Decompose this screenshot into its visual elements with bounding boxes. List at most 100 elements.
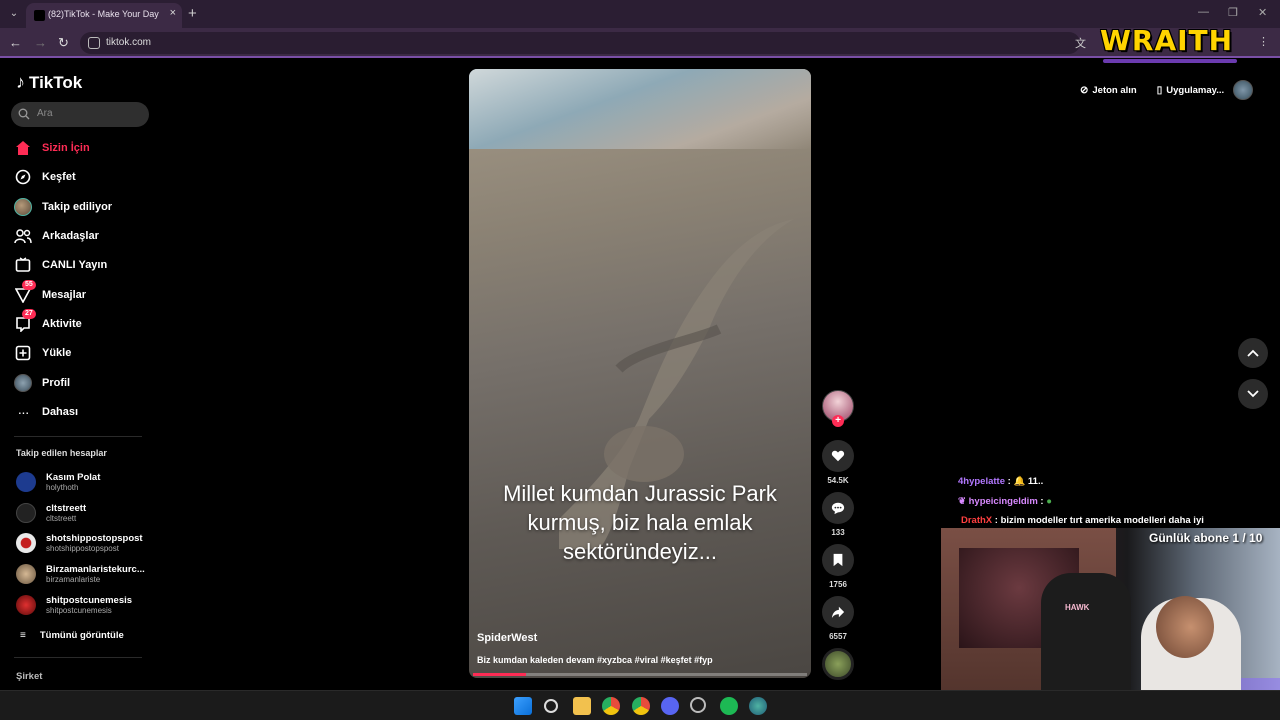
search-input[interactable]: Ara bbox=[11, 102, 149, 127]
new-tab-icon[interactable]: + bbox=[188, 5, 197, 22]
chat-text: bizim modeller tırt amerika modelleri da… bbox=[1000, 515, 1204, 526]
video-progress-bar[interactable] bbox=[473, 673, 807, 676]
nav-label: Keşfet bbox=[42, 171, 76, 183]
activity-badge: 27 bbox=[22, 309, 36, 319]
previous-video-button[interactable] bbox=[1238, 338, 1268, 368]
nav-item-for-you[interactable]: Sizin İçin bbox=[14, 137, 90, 159]
url-text: tiktok.com bbox=[106, 37, 152, 48]
video-author[interactable]: SpiderWest bbox=[477, 632, 537, 644]
video-progress-fill bbox=[473, 673, 527, 676]
nav-item-live[interactable]: CANLI Yayın bbox=[14, 254, 107, 276]
get-app-button[interactable]: ▯ Uygulamay... bbox=[1149, 79, 1232, 101]
following-account[interactable]: cltstreett cltstreett bbox=[16, 500, 86, 526]
nav-label: Profil bbox=[42, 377, 71, 389]
account-handle: holythoth bbox=[46, 483, 79, 492]
like-button[interactable] bbox=[822, 440, 854, 472]
get-coins-label: Jeton alın bbox=[1092, 84, 1137, 96]
get-app-label: Uygulamay... bbox=[1166, 84, 1225, 96]
chrome-icon[interactable] bbox=[602, 697, 620, 715]
browser-menu-icon[interactable]: ⋮ bbox=[1258, 35, 1269, 48]
share-icon bbox=[831, 606, 845, 619]
browser-tab[interactable]: (82)TikTok - Make Your Day × bbox=[26, 3, 182, 28]
windows-taskbar bbox=[0, 690, 1280, 720]
company-link[interactable]: Şirket bbox=[16, 671, 42, 682]
spotify-icon[interactable] bbox=[720, 697, 738, 715]
nav-item-profile[interactable]: Profil bbox=[14, 372, 70, 394]
tab-close-icon[interactable]: × bbox=[170, 7, 176, 19]
browser-tab-strip: ⌄ (82)TikTok - Make Your Day × + — ❐ ✕ bbox=[0, 0, 1280, 28]
share-button[interactable] bbox=[822, 596, 854, 628]
nav-item-activity[interactable]: 27 Aktivite bbox=[14, 309, 82, 335]
chair-logo: HAWK bbox=[1065, 603, 1090, 612]
following-avatar bbox=[14, 198, 32, 216]
file-explorer-icon[interactable] bbox=[573, 697, 591, 715]
maximize-icon[interactable]: ❐ bbox=[1228, 6, 1238, 19]
nav-label: Takip ediliyor bbox=[42, 201, 113, 213]
globe-app-icon[interactable] bbox=[749, 697, 767, 715]
chat-username: 4hypelatte bbox=[958, 476, 1005, 487]
butterfly-icon: ❦ bbox=[958, 496, 966, 507]
address-bar[interactable]: tiktok.com bbox=[80, 32, 1080, 54]
forward-icon[interactable]: → bbox=[34, 35, 47, 50]
phone-icon: ▯ bbox=[1156, 84, 1163, 96]
search-taskbar-icon[interactable] bbox=[544, 699, 558, 713]
account-name: cltstreett bbox=[46, 503, 87, 514]
video-description[interactable]: Biz kumdan kaleden devam #xyzbca #viral … bbox=[477, 655, 713, 665]
music-disc-icon[interactable] bbox=[822, 648, 854, 680]
nav-item-more[interactable]: ··· Dahası bbox=[14, 401, 79, 423]
chat-username: hypeicingeldim bbox=[968, 496, 1038, 507]
streamer-head bbox=[1156, 596, 1214, 658]
list-icon: ≡ bbox=[20, 630, 26, 641]
nav-label: Sizin İçin bbox=[42, 142, 90, 154]
next-video-button[interactable] bbox=[1238, 379, 1268, 409]
obs-icon[interactable] bbox=[690, 697, 706, 713]
comment-icon bbox=[831, 502, 845, 515]
minimize-icon[interactable]: — bbox=[1198, 6, 1209, 18]
get-coins-button[interactable]: ⊘ Jeton alın bbox=[1072, 79, 1145, 101]
nav-item-messages[interactable]: 55 Mesajlar bbox=[14, 280, 86, 306]
nav-item-following[interactable]: Takip ediliyor bbox=[14, 196, 112, 218]
messages-badge: 55 bbox=[22, 280, 36, 290]
follow-plus-icon[interactable]: + bbox=[832, 415, 844, 427]
comment-count: 133 bbox=[831, 528, 845, 537]
following-account[interactable]: shotshippostopspost shotshippostopspost bbox=[16, 530, 143, 556]
video-player[interactable]: Millet kumdan Jurassic Park kurmuş, biz … bbox=[469, 69, 811, 678]
frog-emote-icon: ● bbox=[1046, 496, 1052, 507]
following-account[interactable]: Birzamanlaristekurc... birzamanlariste bbox=[16, 561, 145, 587]
save-count: 1756 bbox=[829, 580, 847, 589]
wraith-overlay-logo: WRAITH bbox=[1100, 24, 1234, 57]
nav-label: Arkadaşlar bbox=[42, 230, 99, 242]
discord-icon[interactable] bbox=[661, 697, 679, 715]
more-icon: ··· bbox=[17, 404, 30, 420]
nav-item-friends[interactable]: Arkadaşlar bbox=[14, 225, 99, 247]
back-icon[interactable]: ← bbox=[9, 35, 22, 50]
nav-item-upload[interactable]: Yükle bbox=[14, 342, 71, 364]
following-account[interactable]: Kasım Polat holythoth bbox=[16, 469, 100, 495]
search-placeholder: Ara bbox=[37, 108, 53, 119]
account-name: Kasım Polat bbox=[46, 472, 101, 483]
reload-icon[interactable]: ↻ bbox=[58, 35, 69, 51]
tiktok-logo[interactable]: ♪ TikTok bbox=[16, 72, 82, 93]
chat-message: DrathX : bizim modeller tırt amerika mod… bbox=[961, 515, 1204, 526]
site-info-icon[interactable] bbox=[88, 37, 100, 49]
nav-item-explore[interactable]: Keşfet bbox=[14, 166, 76, 188]
nav-label: Yükle bbox=[42, 347, 72, 359]
see-all-link[interactable]: ≡ Tümünü görüntüle bbox=[20, 630, 124, 641]
windows-start-icon[interactable] bbox=[514, 697, 532, 715]
nav-label: CANLI Yayın bbox=[42, 259, 108, 271]
tab-search-dropdown-icon[interactable]: ⌄ bbox=[6, 6, 22, 22]
nav-label: Dahası bbox=[42, 406, 79, 418]
comment-button[interactable] bbox=[822, 492, 854, 524]
overlay-bar bbox=[1103, 59, 1237, 63]
browser-toolbar: ← → ↻ tiktok.com 文 ⋮ bbox=[0, 28, 1280, 58]
user-avatar[interactable] bbox=[1233, 80, 1253, 100]
close-window-icon[interactable]: ✕ bbox=[1258, 6, 1267, 19]
tiktok-favicon-icon bbox=[34, 10, 45, 21]
chrome-profile-icon[interactable] bbox=[632, 697, 650, 715]
account-avatar bbox=[16, 595, 36, 615]
following-account[interactable]: shitpostcunemesis shitpostcunemesis bbox=[16, 592, 132, 618]
chat-message: ❦ hypeicingeldim : ● bbox=[958, 496, 1052, 507]
translate-icon[interactable]: 文 bbox=[1075, 35, 1086, 51]
header-actions: ⊘ Jeton alın ▯ Uygulamay... bbox=[1072, 79, 1232, 101]
save-button[interactable] bbox=[822, 544, 854, 576]
